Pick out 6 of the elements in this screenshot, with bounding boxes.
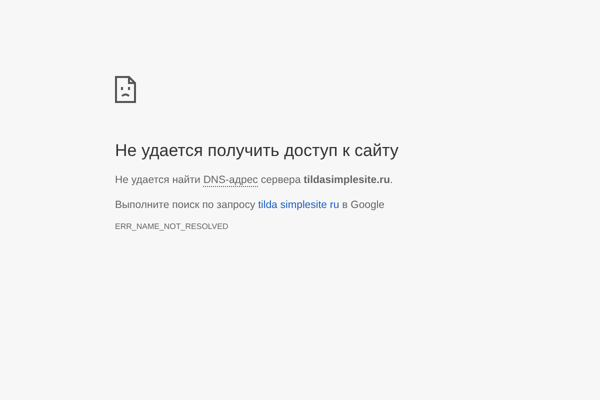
search-link[interactable]: tilda simplesite ru [258,199,340,211]
sad-page-icon [115,76,136,103]
error-heading: Не удается получить доступ к сайту [115,141,398,161]
error-message: Не удается найти DNS-адрес сервера tildasimplesite.ru. [115,174,393,186]
error-code: ERR_NAME_NOT_RESOLVED [115,222,228,231]
search-suggestion: Выполните поиск по запросу tilda simplesite ru в Google [115,199,385,211]
